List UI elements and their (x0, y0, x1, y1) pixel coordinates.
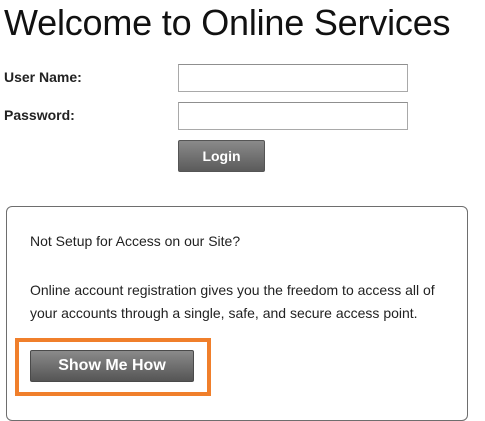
login-button[interactable]: Login (178, 140, 265, 172)
page-title: Welcome to Online Services (4, 2, 451, 43)
password-label: Password: (4, 107, 75, 123)
registration-description: Online account registration gives you th… (30, 282, 435, 321)
show-me-how-button[interactable]: Show Me How (30, 350, 194, 382)
password-input[interactable] (178, 102, 408, 130)
username-label: User Name: (4, 69, 82, 85)
registration-heading: Not Setup for Access on our Site? (30, 233, 241, 249)
username-input[interactable] (178, 64, 408, 92)
